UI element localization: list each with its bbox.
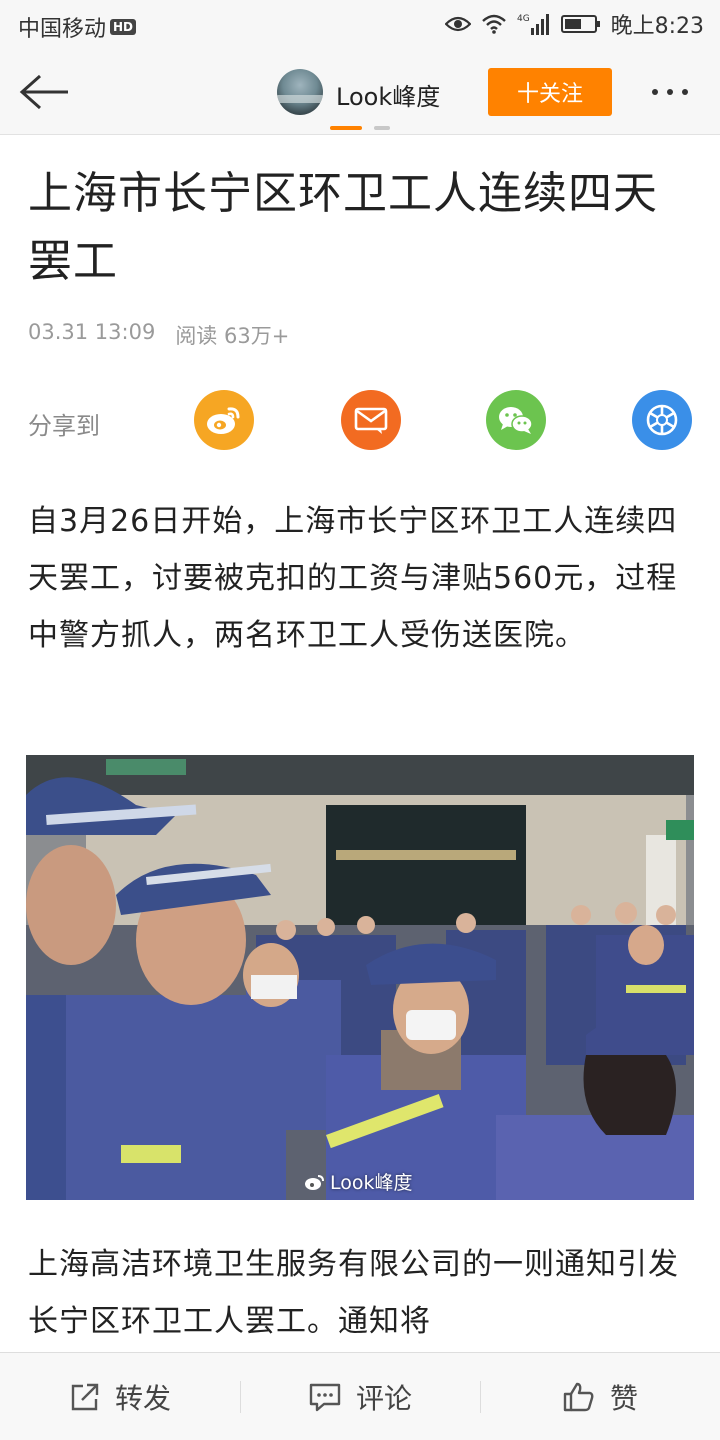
network-type: 4G — [517, 14, 530, 24]
back-button[interactable] — [18, 72, 70, 112]
like-label: 赞 — [609, 1382, 638, 1415]
wechat-icon — [499, 407, 533, 434]
repost-icon — [71, 1383, 99, 1411]
more-dot-icon — [682, 89, 688, 95]
read-count: 阅读 63万+ — [175, 324, 290, 348]
moments-icon — [646, 404, 678, 436]
wifi-icon — [481, 14, 506, 34]
back-arrow-icon — [19, 74, 68, 110]
comment-button[interactable]: 评论 — [240, 1353, 480, 1440]
hd-badge: HD — [110, 19, 137, 35]
status-icons: 4G 晚上8:23 — [444, 8, 704, 40]
comment-label: 评论 — [355, 1382, 412, 1415]
share-weibo-button[interactable] — [194, 390, 254, 450]
share-label: 分享到 — [28, 412, 100, 440]
weibo-small-icon — [305, 1174, 324, 1190]
signal-icon: 4G — [517, 14, 549, 35]
carrier: 中国移动 HD — [18, 11, 137, 43]
article-paragraph: 上海高洁环境卫生服务有限公司的一则通知引发长宁区环卫工人罢工。通知将 — [28, 1247, 679, 1339]
account-name[interactable]: Look峰度 — [336, 77, 440, 112]
carrier-name: 中国移动 — [18, 17, 107, 42]
mail-icon — [354, 407, 388, 434]
account-avatar[interactable] — [277, 69, 323, 115]
repost-button[interactable]: 转发 — [0, 1353, 240, 1440]
more-dot-icon — [652, 89, 658, 95]
more-options-button[interactable] — [652, 80, 698, 104]
eye-icon — [444, 16, 471, 32]
repost-label: 转发 — [114, 1382, 171, 1415]
article-title: 上海市长宁区环卫工人连续四天罢工 — [28, 168, 658, 287]
clock: 晚上8:23 — [610, 14, 704, 39]
bottom-action-bar: 转发 评论 赞 — [0, 1352, 720, 1440]
publish-date: 03.31 13:09 — [28, 320, 156, 344]
watermark-text: Look峰度 — [330, 1172, 413, 1194]
status-bar: 中国移动 HD 4G 晚上8:23 — [0, 0, 720, 50]
like-button[interactable]: 赞 — [480, 1353, 720, 1440]
article-meta: 03.31 13:09 阅读 63万+ — [28, 320, 289, 350]
follow-button[interactable]: 十关注 — [488, 68, 612, 116]
thumbs-up-icon — [563, 1382, 594, 1412]
page-indicator-active — [330, 126, 362, 130]
image-watermark: Look峰度 — [304, 1168, 413, 1195]
article-photo[interactable] — [26, 755, 694, 1200]
comment-icon — [309, 1383, 341, 1412]
workers-photo — [26, 755, 694, 1200]
article-paragraph: 自3月26日开始，上海市长宁区环卫工人连续四天罢工，讨要被克扣的工资与津贴560… — [28, 504, 678, 653]
share-message-button[interactable] — [341, 390, 401, 450]
weibo-icon — [207, 407, 240, 434]
article-page: 中国移动 HD 4G 晚上8:23 Look峰度 十关注 上海市长宁区环卫工人连… — [0, 0, 720, 1440]
page-indicator-inactive — [374, 126, 390, 130]
battery-icon — [560, 15, 600, 33]
share-wechat-button[interactable] — [486, 390, 546, 450]
app-bar: Look峰度 十关注 — [0, 50, 720, 135]
share-moments-button[interactable] — [632, 390, 692, 450]
share-row: 分享到 — [28, 390, 694, 450]
more-dot-icon — [667, 89, 673, 95]
